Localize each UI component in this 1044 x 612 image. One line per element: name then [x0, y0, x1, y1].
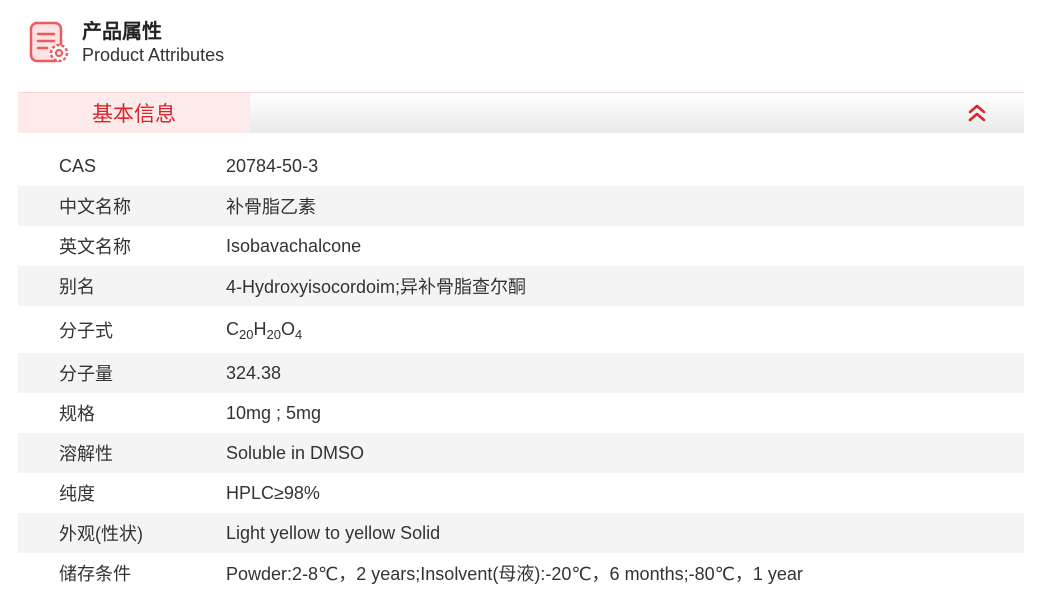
attr-key: 规格 [59, 404, 95, 424]
formula-part: 20 [266, 327, 281, 342]
table-row-chinese-name: 中文名称 补骨脂乙素 [18, 186, 1024, 226]
table-row-specification: 规格 10mg ; 5mg [18, 393, 1024, 433]
attr-value: Soluble in DMSO [226, 442, 365, 463]
attr-key: 溶解性 [59, 444, 113, 464]
table-row-alias: 别名 4-Hydroxyisocordoim;异补骨脂查尔酮 [18, 266, 1024, 306]
attr-key: CAS [59, 155, 97, 176]
basic-info-section-bar: 基本信息 [18, 92, 1024, 133]
attr-key: 分子式 [59, 320, 113, 341]
formula-part: 4 [294, 327, 303, 342]
attr-value: Powder:2-8℃，2 years;Insolvent(母液):-20℃，6… [226, 564, 803, 584]
attr-value: 20784-50-3 [226, 155, 319, 176]
attr-value: Isobavachalcone [226, 235, 362, 256]
attr-value: 4-Hydroxyisocordoim;异补骨脂查尔酮 [226, 277, 527, 297]
product-attributes-header: 产品属性 Product Attributes [28, 18, 224, 68]
attr-key: 储存条件 [59, 564, 131, 584]
page-title-cn: 产品属性 [82, 21, 162, 43]
document-gear-icon [28, 20, 72, 66]
page-title-en: Product Attributes [82, 45, 225, 65]
table-row-formula: 分子式 C20H20O4 [18, 306, 1024, 353]
table-row-cas: CAS 20784-50-3 [18, 146, 1024, 186]
table-row-storage: 储存条件 Powder:2-8℃，2 years;Insolvent(母液):-… [18, 553, 1024, 593]
attr-key: 中文名称 [59, 197, 131, 217]
attr-value: HPLC≥98% [226, 482, 320, 503]
table-row-solubility: 溶解性 Soluble in DMSO [18, 433, 1024, 473]
basic-info-tab[interactable]: 基本信息 [18, 93, 250, 133]
attr-value: Light yellow to yellow Solid [226, 522, 441, 543]
table-row-english-name: 英文名称 Isobavachalcone [18, 226, 1024, 266]
attr-key: 外观(性状) [59, 524, 143, 544]
formula-part: 20 [239, 327, 254, 342]
attr-value: 324.38 [226, 362, 282, 383]
table-row-appearance: 外观(性状) Light yellow to yellow Solid [18, 513, 1024, 553]
collapse-button[interactable] [966, 102, 988, 124]
attr-key: 分子量 [59, 364, 113, 384]
attr-value: 10mg ; 5mg [226, 402, 322, 423]
formula-part: O [280, 319, 295, 339]
attr-key: 别名 [59, 277, 95, 297]
attr-key: 英文名称 [59, 237, 131, 257]
attributes-table: CAS 20784-50-3 中文名称 补骨脂乙素 英文名称 Isobavach… [18, 146, 1024, 593]
table-row-purity: 纯度 HPLC≥98% [18, 473, 1024, 513]
formula-part: H [253, 319, 267, 339]
double-chevron-up-icon [968, 104, 986, 122]
formula-part: C [226, 319, 239, 339]
table-row-molecular-weight: 分子量 324.38 [18, 353, 1024, 393]
molecular-formula: C20H20O4 [226, 319, 1024, 342]
attr-key: 纯度 [59, 484, 95, 504]
attr-value: 补骨脂乙素 [226, 197, 316, 217]
